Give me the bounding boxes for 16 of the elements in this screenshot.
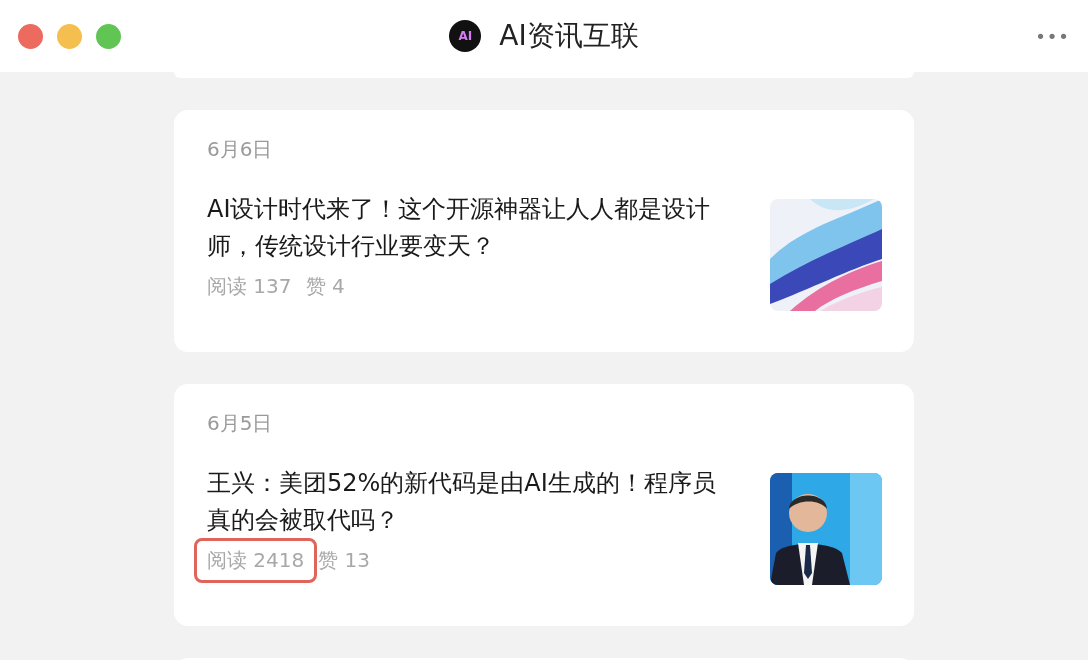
more-button[interactable]: ••• — [870, 25, 1070, 47]
window-title: AI资讯互联 — [499, 18, 639, 54]
like-count: 赞 13 — [318, 547, 371, 574]
app-logo: AI — [449, 20, 482, 52]
article-date: 6月6日 — [207, 136, 273, 163]
read-count: 阅读 2418 — [194, 538, 318, 583]
article-title[interactable]: 王兴：美团52%的新代码是由AI生成的！程序员真的会被取代吗？ — [207, 465, 727, 539]
article-title[interactable]: AI设计时代来了！这个开源神器让人人都是设计师，传统设计行业要变天？ — [207, 191, 727, 265]
article-card[interactable]: 6月6日 AI设计时代来了！这个开源神器让人人都是设计师，传统设计行业要变天？ 阅读 137 赞 4 — [174, 110, 914, 352]
like-count: 赞 4 — [305, 273, 345, 300]
zoom-button[interactable] — [96, 23, 121, 49]
article-date: 6月5日 — [207, 410, 273, 437]
read-count: 阅读 137 — [206, 273, 293, 300]
minimize-button[interactable] — [57, 23, 82, 49]
article-card[interactable]: 6月5日 王兴：美团52%的新代码是由AI生成的！程序员真的会被取代吗？ 阅读 2418 赞 13 — [174, 384, 914, 626]
close-button[interactable] — [18, 23, 43, 49]
